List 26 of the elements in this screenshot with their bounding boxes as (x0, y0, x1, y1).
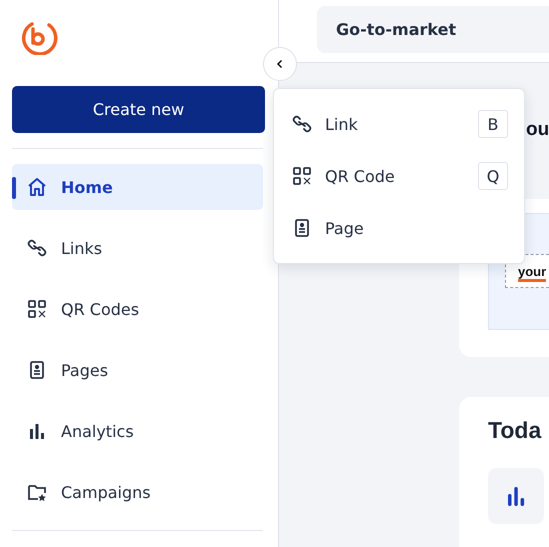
shortcut-key: B (478, 110, 508, 138)
qr-icon (27, 299, 47, 319)
menu-item[interactable]: QR Code Q (274, 150, 524, 202)
analytics-icon (27, 421, 47, 441)
bar-chart-icon (505, 485, 527, 507)
nav-item[interactable]: Campaigns (12, 469, 263, 515)
page-icon (292, 218, 312, 238)
nav-item[interactable]: Analytics (12, 408, 263, 454)
create-new-button[interactable]: Create new (12, 86, 265, 133)
card-heading: Toda (488, 417, 542, 444)
link-icon (292, 114, 312, 134)
workspace-selector[interactable]: Go-to-market (317, 6, 549, 53)
nav-item[interactable]: Links (12, 225, 263, 271)
chevron-left-icon (275, 59, 285, 69)
menu-item[interactable]: Link B (274, 98, 524, 150)
nav-item[interactable]: Home (12, 164, 263, 210)
qr-icon (292, 166, 312, 186)
nav-item[interactable]: Pages (12, 347, 263, 393)
nav-item[interactable]: QR Codes (12, 286, 263, 332)
page-heading: ou (526, 118, 549, 142)
link-icon (27, 238, 47, 258)
home-icon (27, 177, 47, 197)
menu-item[interactable]: Page (274, 202, 524, 254)
campaign-icon (27, 482, 47, 502)
shortcut-key: Q (478, 162, 508, 190)
page-icon (27, 360, 47, 380)
